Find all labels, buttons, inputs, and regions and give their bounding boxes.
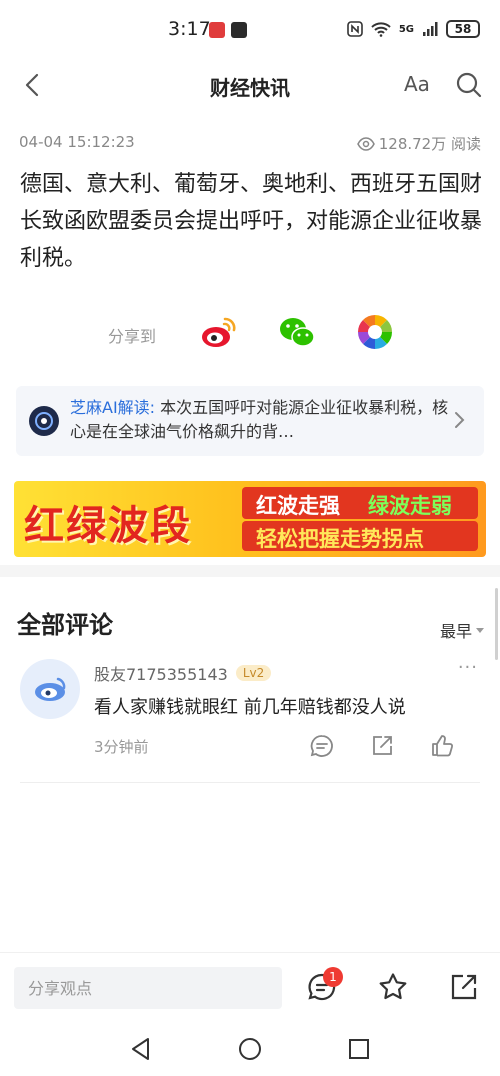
wechat-icon[interactable] [277, 312, 317, 352]
comment-item: 股友7175355143 Lv2 ··· 看人家赚钱就眼红 前几年赔钱都没人说 … [0, 655, 500, 783]
sort-label: 最早 [439, 622, 472, 641]
banner-tag-top: 红波走强 绿波走弱 [242, 487, 478, 519]
bottom-action-bar: 1 [0, 952, 500, 1024]
ai-interpretation-text: 芝麻AI解读: 本次五国呼吁对能源企业征收暴利税，核心是在全球油气价格飙升的背… [70, 396, 450, 446]
top-nav-bar: 财经快讯 Aa [0, 60, 500, 110]
article-body: 德国、意大利、葡萄牙、奥地利、西班牙五国财长致函欧盟委员会提出呼吁，对能源企业征… [20, 172, 483, 271]
comment-text: 看人家赚钱就眼红 前几年赔钱都没人说 [94, 697, 406, 718]
chevron-right-icon [455, 412, 465, 428]
banner-tag-bottom-text: 轻松把握走势拐点 [256, 527, 424, 551]
status-bar: 3:17 5G 58 [0, 0, 500, 60]
status-indicators: 5G 58 [347, 20, 480, 38]
system-nav-bar [0, 1024, 500, 1076]
banner-title: 红绿波段 [24, 503, 192, 549]
scrollbar[interactable] [495, 588, 498, 660]
view-count-text: 128.72万 阅读 [378, 135, 481, 153]
opinion-input[interactable] [14, 967, 282, 1009]
share-row: 分享到 [0, 310, 500, 356]
wifi-icon [371, 22, 391, 37]
comment-count-badge: 1 [323, 967, 343, 987]
reply-icon[interactable] [309, 733, 335, 759]
banner-tag-red: 红波走强 [256, 494, 340, 518]
share-out-icon[interactable] [448, 971, 480, 1003]
search-icon[interactable] [454, 70, 484, 100]
promo-banner[interactable]: 红绿波段 红波走强 绿波走弱 轻松把握走势拐点 [14, 481, 486, 557]
share-label: 分享到 [108, 327, 157, 346]
network-label: 5G [398, 23, 414, 35]
sort-dropdown[interactable]: 最早 [440, 618, 484, 642]
comment-username: 股友7175355143 [94, 665, 228, 684]
ai-label: 芝麻AI解读: [70, 398, 156, 417]
more-options-icon[interactable]: ··· [458, 657, 478, 678]
caret-down-icon [476, 627, 484, 633]
avatar[interactable] [20, 659, 80, 719]
banner-tag-green: 绿波走弱 [368, 494, 452, 518]
thumbs-up-icon[interactable] [429, 733, 455, 759]
star-icon[interactable] [377, 971, 409, 1003]
share-icon[interactable] [369, 733, 395, 759]
comment-time: 3分钟前 [94, 738, 149, 756]
view-count: 128.72万 阅读 [356, 133, 481, 154]
notification-app-icon-2 [231, 22, 247, 38]
moments-icon[interactable] [355, 312, 395, 352]
nav-recents-icon[interactable] [346, 1036, 372, 1062]
publish-time: 04-04 15:12:23 [19, 133, 135, 151]
status-time: 3:17 [168, 18, 211, 40]
banner-tag-bottom: 轻松把握走势拐点 [242, 521, 478, 551]
ai-logo-icon [29, 406, 59, 436]
comment-divider [20, 782, 480, 783]
comments-title: 全部评论 [17, 611, 113, 639]
nav-back-icon[interactable] [128, 1036, 154, 1062]
section-divider [0, 565, 500, 577]
nfc-icon [347, 21, 363, 37]
signal-icon [423, 22, 438, 36]
battery-indicator: 58 [446, 20, 480, 38]
weibo-icon[interactable] [199, 312, 239, 352]
font-size-button[interactable]: Aa [404, 72, 430, 96]
notification-app-icon [209, 22, 225, 38]
eye-icon [356, 136, 375, 151]
ai-interpretation-card[interactable]: 芝麻AI解读: 本次五国呼吁对能源企业征收暴利税，核心是在全球油气价格飙升的背… [16, 386, 484, 456]
level-badge: Lv2 [235, 665, 272, 681]
comment-user[interactable]: 股友7175355143 Lv2 [94, 661, 272, 685]
nav-home-icon[interactable] [237, 1036, 263, 1062]
